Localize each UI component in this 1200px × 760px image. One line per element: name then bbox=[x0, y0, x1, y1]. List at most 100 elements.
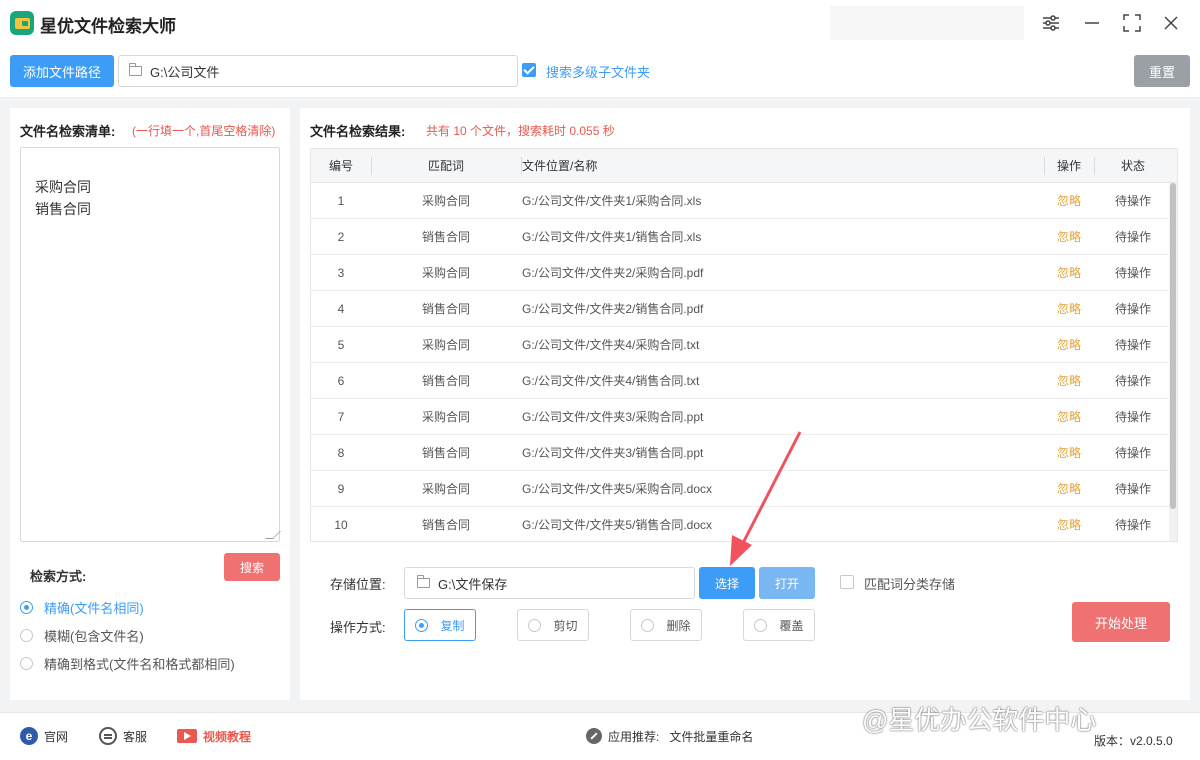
start-process-button[interactable]: 开始处理 bbox=[1072, 602, 1170, 642]
row-ignore-link[interactable]: 忽略 bbox=[1044, 399, 1094, 435]
table-row: 3 采购合同 G:/公司文件/文件夹2/采购合同.pdf 忽略 待操作 bbox=[311, 255, 1169, 291]
scroll-thumb[interactable] bbox=[1170, 183, 1176, 509]
operation-label: 操作方式: bbox=[330, 620, 386, 635]
keyword-textarea[interactable]: 采购合同 销售合同 bbox=[20, 147, 281, 542]
recommend-area: 应用推荐: 文件批量重命名 bbox=[586, 713, 753, 759]
row-number: 8 bbox=[337, 446, 345, 460]
row-number: 2 bbox=[337, 230, 345, 244]
category-label[interactable]: 匹配词分类存储 bbox=[864, 574, 955, 593]
search-mode-label: 检索方式: bbox=[30, 569, 87, 584]
radio-selected-icon bbox=[20, 601, 33, 614]
row-file-path: G:/公司文件/文件夹2/采购合同.pdf bbox=[522, 266, 704, 280]
row-keyword: 采购合同 bbox=[421, 482, 470, 496]
col-header-op: 操作 bbox=[1056, 159, 1081, 173]
results-table: 编号 匹配词 文件位置/名称 操作 状态 1 采购合同 G:/公司文件/文件夹1/采… bbox=[310, 148, 1178, 542]
table-body: 1 采购合同 G:/公司文件/文件夹1/采购合同.xls 忽略 待操作 2 销售合同 G:/公… bbox=[311, 183, 1177, 541]
row-file-path: G:/公司文件/文件夹3/销售合同.ppt bbox=[522, 446, 704, 460]
table-header: 编号 匹配词 文件位置/名称 操作 状态 bbox=[311, 149, 1177, 183]
keyword-text: 采购合同 销售合同 bbox=[35, 179, 91, 217]
row-ignore-link[interactable]: 忽略 bbox=[1044, 327, 1094, 363]
row-ignore-link[interactable]: 忽略 bbox=[1044, 291, 1094, 327]
op-copy-label: 复制 bbox=[440, 618, 465, 633]
row-file-path: G:/公司文件/文件夹5/销售合同.docx bbox=[522, 518, 713, 532]
keyword-list-title: 文件名检索清单: bbox=[20, 124, 116, 139]
col-header-num: 编号 bbox=[328, 159, 353, 173]
row-keyword: 销售合同 bbox=[421, 518, 470, 532]
row-keyword: 销售合同 bbox=[421, 446, 470, 460]
toolbar: 添加文件路径 G:\公司文件 搜索多级子文件夹 重置 bbox=[0, 46, 1200, 98]
link-icon bbox=[586, 728, 602, 744]
service-label: 客服 bbox=[123, 729, 148, 744]
row-number: 9 bbox=[337, 482, 345, 496]
settings-sliders-icon[interactable] bbox=[1038, 10, 1064, 36]
subfolder-checkbox[interactable] bbox=[522, 63, 536, 77]
close-icon[interactable] bbox=[1158, 10, 1184, 36]
reset-button[interactable]: 重置 bbox=[1134, 55, 1190, 87]
category-checkbox[interactable] bbox=[840, 575, 854, 589]
row-number: 4 bbox=[337, 302, 345, 316]
save-path-value: G:\文件保存 bbox=[438, 576, 508, 592]
add-path-button[interactable]: 添加文件路径 bbox=[10, 55, 114, 87]
row-file-path: G:/公司文件/文件夹1/销售合同.xls bbox=[522, 230, 702, 244]
website-link[interactable]: e 官网 bbox=[20, 713, 68, 759]
row-file-path: G:/公司文件/文件夹5/采购合同.docx bbox=[522, 482, 713, 496]
row-ignore-link[interactable]: 忽略 bbox=[1044, 363, 1094, 399]
table-row: 1 采购合同 G:/公司文件/文件夹1/采购合同.xls 忽略 待操作 bbox=[311, 183, 1169, 219]
row-number: 3 bbox=[337, 266, 345, 280]
table-row: 10 销售合同 G:/公司文件/文件夹5/销售合同.docx 忽略 待操作 bbox=[311, 507, 1169, 541]
table-row: 2 销售合同 G:/公司文件/文件夹1/销售合同.xls 忽略 待操作 bbox=[311, 219, 1169, 255]
service-link[interactable]: 客服 bbox=[99, 713, 147, 759]
row-status: 待操作 bbox=[1114, 266, 1151, 280]
open-button[interactable]: 打开 bbox=[759, 567, 815, 599]
row-ignore-link[interactable]: 忽略 bbox=[1044, 219, 1094, 255]
row-number: 5 bbox=[337, 338, 345, 352]
video-tutorial-link[interactable]: 视频教程 bbox=[177, 713, 251, 759]
row-file-path: G:/公司文件/文件夹3/采购合同.ppt bbox=[522, 410, 704, 424]
row-keyword: 采购合同 bbox=[421, 410, 470, 424]
row-status: 待操作 bbox=[1114, 518, 1151, 532]
row-keyword: 销售合同 bbox=[421, 302, 470, 316]
row-number: 10 bbox=[334, 518, 348, 532]
subfolder-label[interactable]: 搜索多级子文件夹 bbox=[546, 62, 650, 81]
op-delete-label: 删除 bbox=[666, 618, 691, 633]
app-title: 星优文件检索大师 bbox=[40, 17, 176, 36]
row-ignore-link[interactable]: 忽略 bbox=[1044, 471, 1094, 507]
minimize-icon[interactable] bbox=[1079, 10, 1105, 36]
choose-button[interactable]: 选择 bbox=[699, 567, 755, 599]
row-ignore-link[interactable]: 忽略 bbox=[1044, 507, 1094, 541]
mode-exact-radio[interactable]: 精确(文件名相同) bbox=[20, 598, 144, 617]
row-status: 待操作 bbox=[1114, 302, 1151, 316]
table-row: 9 采购合同 G:/公司文件/文件夹5/采购合同.docx 忽略 待操作 bbox=[311, 471, 1169, 507]
col-header-path: 文件位置/名称 bbox=[522, 159, 598, 173]
col-header-status: 状态 bbox=[1120, 159, 1145, 173]
radio-selected-icon bbox=[415, 618, 429, 632]
row-file-path: G:/公司文件/文件夹1/采购合同.xls bbox=[522, 194, 702, 208]
radio-unselected-icon bbox=[641, 618, 655, 632]
recommend-app-link[interactable]: 文件批量重命名 bbox=[669, 728, 753, 745]
row-keyword: 销售合同 bbox=[421, 374, 470, 388]
results-panel: 文件名检索结果: 共有 10 个文件，搜索耗时 0.055 秒 编号 匹配词 文… bbox=[300, 108, 1190, 700]
row-status: 待操作 bbox=[1114, 410, 1151, 424]
results-summary: 共有 10 个文件，搜索耗时 0.055 秒 bbox=[426, 124, 615, 138]
op-cut-radio[interactable]: 剪切 bbox=[517, 609, 589, 641]
row-status: 待操作 bbox=[1114, 446, 1151, 460]
row-keyword: 采购合同 bbox=[421, 266, 470, 280]
website-label: 官网 bbox=[44, 729, 69, 744]
resize-grip-icon[interactable] bbox=[265, 531, 281, 539]
search-button[interactable]: 搜索 bbox=[224, 553, 280, 581]
radio-unselected-icon bbox=[754, 618, 768, 632]
row-ignore-link[interactable]: 忽略 bbox=[1044, 183, 1094, 219]
save-path-input[interactable]: G:\文件保存 bbox=[404, 567, 695, 599]
table-scrollbar[interactable] bbox=[1169, 183, 1177, 541]
op-copy-radio[interactable]: 复制 bbox=[404, 609, 476, 641]
row-ignore-link[interactable]: 忽略 bbox=[1044, 435, 1094, 471]
row-status: 待操作 bbox=[1114, 374, 1151, 388]
op-overwrite-radio[interactable]: 覆盖 bbox=[743, 609, 815, 641]
maximize-icon[interactable] bbox=[1119, 10, 1145, 36]
source-path-input[interactable]: G:\公司文件 bbox=[118, 55, 518, 87]
mode-fuzzy-radio[interactable]: 模糊(包含文件名) bbox=[20, 626, 144, 645]
radio-unselected-icon bbox=[528, 618, 542, 632]
op-delete-radio[interactable]: 删除 bbox=[630, 609, 702, 641]
mode-exact-format-radio[interactable]: 精确到格式(文件名和格式都相同) bbox=[20, 654, 235, 673]
row-ignore-link[interactable]: 忽略 bbox=[1044, 255, 1094, 291]
